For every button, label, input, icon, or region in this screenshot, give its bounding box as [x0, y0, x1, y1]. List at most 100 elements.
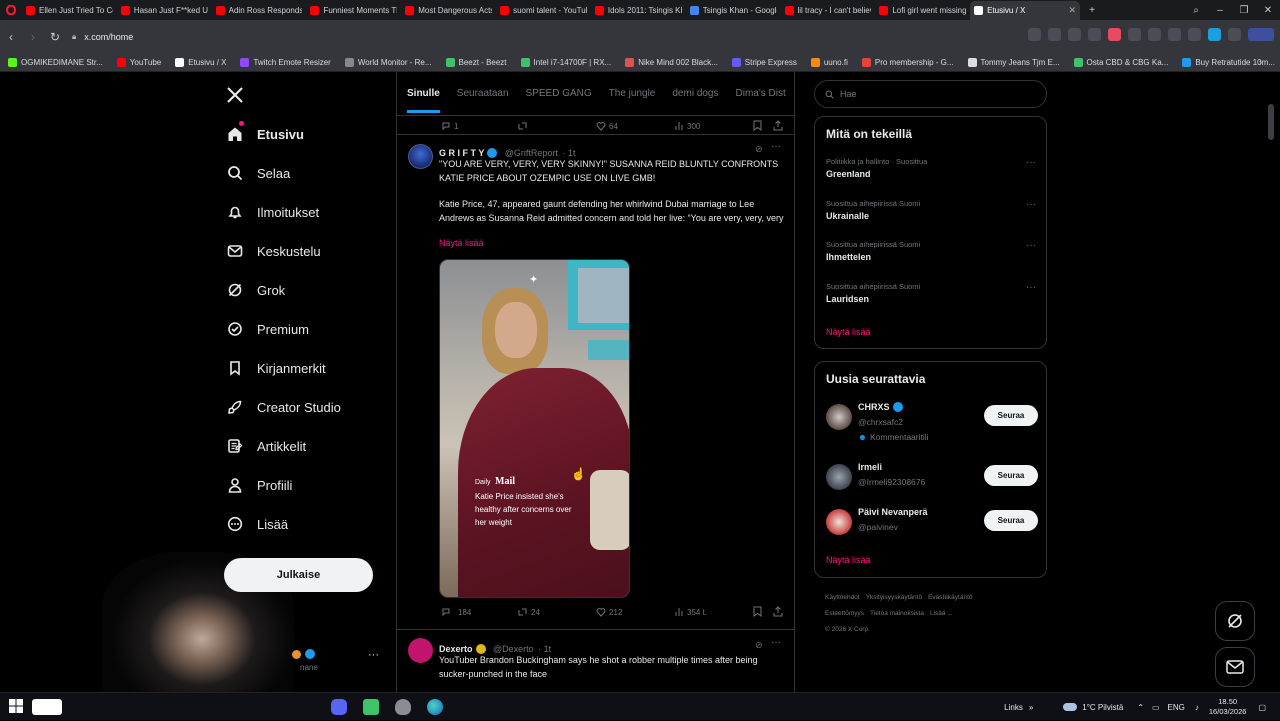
- trend-more-icon[interactable]: ···: [1026, 199, 1036, 210]
- nav-item-kirjanmerkit[interactable]: Kirjanmerkit: [226, 359, 326, 377]
- tweet-more-icon[interactable]: ···: [771, 637, 781, 648]
- account-switcher[interactable]: nane ···: [292, 648, 384, 676]
- extension-icon[interactable]: [1208, 28, 1221, 41]
- grok-icon[interactable]: ⊘: [755, 640, 763, 651]
- back-button[interactable]: ‹: [0, 30, 22, 44]
- grok-icon[interactable]: ⊘: [755, 144, 763, 155]
- trends-show-more[interactable]: Näytä lisää: [826, 327, 871, 337]
- toolbar-icon[interactable]: [1068, 28, 1081, 41]
- links-toolbar[interactable]: Links: [1004, 703, 1023, 712]
- bookmark-item[interactable]: OGMIKEDIMANE Str...: [8, 58, 103, 67]
- nav-item-etusivu[interactable]: Etusivu: [226, 125, 304, 143]
- browser-tab[interactable]: Ellen Just Tried To Con: [22, 1, 117, 20]
- bookmark-item[interactable]: YouTube: [116, 58, 161, 67]
- network-icon[interactable]: ▭: [1152, 703, 1160, 712]
- author-name[interactable]: Dexerto: [439, 644, 473, 654]
- nav-item-creator-studio[interactable]: Creator Studio: [226, 398, 341, 416]
- follow-show-more[interactable]: Näytä lisää: [826, 555, 871, 565]
- notifications-icon[interactable]: ▢: [1258, 703, 1266, 712]
- follow-button[interactable]: Seuraa: [984, 405, 1038, 426]
- timeline-tab[interactable]: Sinulle: [407, 74, 440, 113]
- browser-tab[interactable]: Funniest Moments Th: [306, 1, 401, 20]
- bookmark-item[interactable]: Osta CBD & CBG Ka...: [1073, 58, 1168, 67]
- search-input[interactable]: Hae: [814, 80, 1047, 108]
- browser-tab[interactable]: Adin Ross Responds t: [212, 1, 307, 20]
- follow-suggestion[interactable]: CHRXS @chrxsafc2 ☻ Kommentaaritili Seuraa: [826, 402, 1038, 442]
- page-scrollbar[interactable]: [1268, 104, 1274, 140]
- toolbar-icon[interactable]: [1128, 28, 1141, 41]
- follow-button[interactable]: Seuraa: [984, 465, 1038, 486]
- avatar[interactable]: [826, 404, 852, 430]
- download-icon[interactable]: [1148, 28, 1161, 41]
- author-name[interactable]: G R I F T Y: [439, 148, 484, 158]
- trend-item[interactable]: Suosittua aihepiirissä Suomi Ukrainalle ··…: [826, 199, 1036, 221]
- timeline-tab[interactable]: Seuraataan: [457, 88, 509, 99]
- heart-icon[interactable]: [1108, 28, 1121, 41]
- taskbar-search-icon[interactable]: [32, 699, 62, 715]
- new-tab-button[interactable]: +: [1080, 5, 1104, 16]
- footer-link[interactable]: Tietoa mainoksista: [870, 610, 924, 617]
- menu-icon[interactable]: [1168, 28, 1181, 41]
- chevron-icon[interactable]: »: [1029, 703, 1033, 712]
- windows-start-icon[interactable]: [9, 699, 25, 715]
- browser-tab[interactable]: Lofi girl went missing: [875, 1, 970, 20]
- browser-tab[interactable]: Tsingis Khan - Google: [686, 1, 781, 20]
- repost-action[interactable]: [517, 121, 528, 131]
- tweet-time[interactable]: · 1t: [562, 148, 575, 158]
- share-icon[interactable]: [773, 606, 783, 617]
- trend-more-icon[interactable]: ···: [1026, 282, 1036, 293]
- bookmark-item[interactable]: Stripe Express: [731, 58, 797, 67]
- toolbar-icon[interactable]: [1048, 28, 1061, 41]
- timeline-tab[interactable]: The jungle: [609, 88, 656, 99]
- weather-text[interactable]: 1°C Pilvistä: [1082, 703, 1123, 712]
- repost-action[interactable]: 24: [517, 607, 540, 617]
- maximize-button[interactable]: ❐: [1232, 5, 1256, 16]
- show-more-link[interactable]: Näytä lisää: [439, 238, 484, 248]
- nav-item-premium[interactable]: Premium: [226, 320, 309, 338]
- minimize-button[interactable]: –: [1208, 5, 1232, 16]
- footer-link[interactable]: Lisää ...: [930, 610, 953, 617]
- follow-button[interactable]: Seuraa: [984, 510, 1038, 531]
- trend-item[interactable]: Politiikka ja hallinto · Suosittua Greenl…: [826, 157, 1036, 179]
- tweet[interactable]: G R I F T Y @GriftReport · 1t ⊘ ··· "YOU…: [397, 134, 794, 630]
- close-window-button[interactable]: ✕: [1256, 5, 1280, 16]
- author-handle[interactable]: @GriftReport: [505, 148, 558, 158]
- profile-icon[interactable]: [1188, 28, 1201, 41]
- follow-suggestion[interactable]: Päivi Nevanperä @paivinev Seuraa: [826, 507, 1038, 547]
- bookmark-item[interactable]: Intel i7-14700F | RX...: [520, 58, 611, 67]
- browser-tab[interactable]: Most Dangerous Acts: [401, 1, 496, 20]
- toolbar-icon[interactable]: [1088, 28, 1101, 41]
- clock[interactable]: 18.50 16/03/2026: [1209, 697, 1247, 717]
- timeline-tab[interactable]: Dima's Dist: [736, 88, 786, 99]
- trend-item[interactable]: Suosittua aihepiirissä Suomi Lauridsen ···: [826, 282, 1036, 304]
- follow-name[interactable]: CHRXS: [858, 402, 890, 412]
- tray-chevron-icon[interactable]: ⌃: [1137, 703, 1144, 712]
- browser-tab[interactable]: Hasan Just F**ked Up: [117, 1, 212, 20]
- timeline-tab[interactable]: SPEED GANG: [526, 88, 592, 99]
- media-sparkle-icon[interactable]: ✦: [529, 273, 538, 286]
- tweet-more-icon[interactable]: ···: [771, 141, 781, 152]
- toolbar-icon[interactable]: [1248, 28, 1274, 41]
- shield-icon[interactable]: [395, 699, 411, 715]
- follow-suggestion[interactable]: Irmeli @Irmeli92308676 Seuraa: [826, 462, 1038, 502]
- timeline-tab[interactable]: demi dogs: [672, 88, 718, 99]
- bookmark-icon[interactable]: [753, 120, 762, 131]
- discord-icon[interactable]: [331, 699, 347, 715]
- forward-button[interactable]: ›: [22, 30, 44, 44]
- bookmark-item[interactable]: uuno.fi: [810, 58, 848, 67]
- browser-tab[interactable]: lil tracy - I can't believ: [781, 1, 876, 20]
- reload-button[interactable]: ↻: [44, 30, 66, 44]
- tweet-video[interactable]: ✦ Daily Mail Katie Price insisted she's …: [439, 259, 630, 598]
- avatar[interactable]: [408, 144, 433, 169]
- bookmark-item[interactable]: Etusivu / X: [175, 58, 226, 67]
- share-icon[interactable]: [773, 120, 783, 131]
- tweet-time[interactable]: · 1t: [538, 644, 551, 654]
- tweet[interactable]: Dexerto @Dexerto · 1t ⊘ ··· YouTuber Bra…: [397, 629, 794, 692]
- x-logo-icon[interactable]: [226, 86, 244, 104]
- toolbar-icon[interactable]: [1028, 28, 1041, 41]
- bookmark-item[interactable]: World Monitor - Re...: [344, 58, 432, 67]
- bookmark-item[interactable]: Tommy Jeans Tjm E...: [967, 58, 1060, 67]
- bookmark-item[interactable]: Twitch Emote Resizer: [240, 58, 331, 67]
- reply-action[interactable]: 1: [441, 121, 458, 131]
- close-tab-icon[interactable]: ✕: [1068, 5, 1076, 16]
